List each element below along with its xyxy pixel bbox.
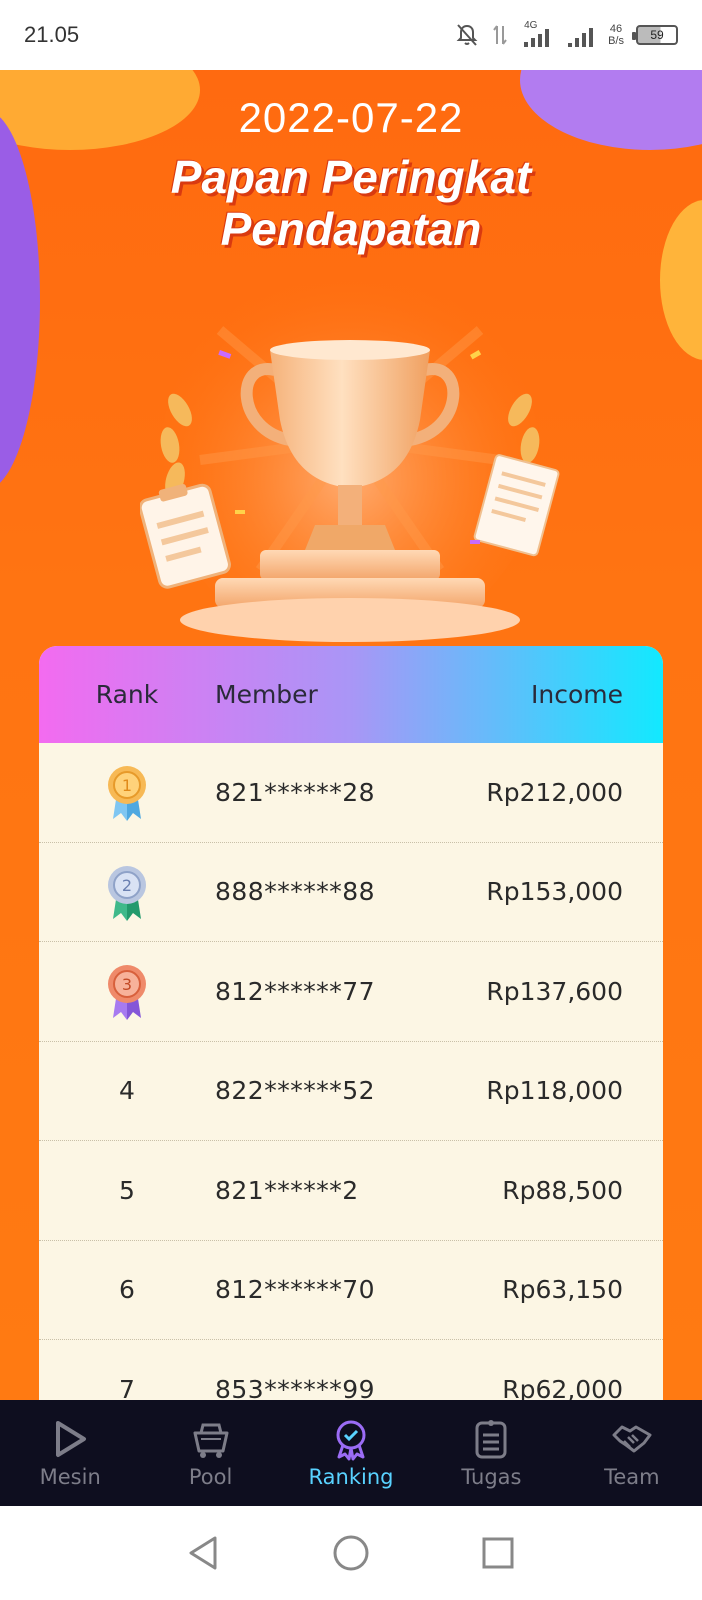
table-row: 3 812******77 Rp137,600 <box>39 942 663 1042</box>
table-row: 7 853******99 Rp62,000 <box>39 1340 663 1400</box>
ranking-badge-icon <box>336 1420 366 1461</box>
member-id: 853******99 <box>215 1374 376 1400</box>
data-transfer-icon <box>493 25 507 45</box>
status-time: 21.05 <box>24 22 80 47</box>
nav-label: Team <box>604 1465 660 1489</box>
status-icons: 4G 46 B/s 59 <box>454 20 678 48</box>
recents-square-icon <box>482 1537 514 1569</box>
battery-icon: 59 <box>632 25 678 45</box>
page-title-line2: Pendapatan <box>220 203 482 255</box>
member-id: 888******88 <box>215 877 376 907</box>
rank-cell: 2 <box>39 863 215 921</box>
home-circle-icon <box>333 1535 369 1571</box>
bottom-navigation: Mesin Pool Ranking Tugas Team <box>0 1400 702 1506</box>
rank-number: 4 <box>119 1076 135 1106</box>
signal-bars-icon-2 <box>568 28 594 47</box>
back-triangle-icon <box>189 1536 217 1570</box>
income-value: Rp137,600 <box>486 976 623 1006</box>
nav-label: Ranking <box>308 1465 394 1489</box>
income-value: Rp153,000 <box>486 877 623 907</box>
signal-4g: 4G <box>520 20 554 48</box>
handshake-icon <box>612 1425 652 1453</box>
svg-text:2: 2 <box>122 876 132 895</box>
svg-text:1: 1 <box>122 776 132 795</box>
income-value: Rp212,000 <box>486 777 623 807</box>
member-id: 822******52 <box>215 1076 376 1106</box>
app-screen: 21.05 4G 46 B/s 59 2022-07-22 Papan Peri… <box>0 0 702 1600</box>
home-button[interactable] <box>329 1531 373 1575</box>
table-row: 6 812******70 Rp63,150 <box>39 1241 663 1340</box>
table-row: 5 821******2 Rp88,500 <box>39 1141 663 1241</box>
rank-number: 5 <box>119 1175 135 1205</box>
gold-medal-icon: 1 <box>108 766 146 822</box>
income-value: Rp62,000 <box>502 1374 623 1400</box>
table-row: 1 821******28 Rp212,000 <box>39 743 663 843</box>
ranking-date: 2022-07-22 <box>238 94 464 141</box>
rank-cell: 3 <box>39 962 215 1021</box>
status-bar: 21.05 4G 46 B/s 59 <box>0 0 702 70</box>
bronze-medal-icon: 3 <box>108 965 146 1021</box>
nav-item-ranking[interactable]: Ranking <box>281 1400 421 1506</box>
table-header: Rank Member Income <box>39 646 663 743</box>
nav-label: Mesin <box>39 1465 101 1489</box>
member-id: 821******28 <box>215 777 376 807</box>
member-id: 812******70 <box>215 1275 376 1305</box>
svg-text:3: 3 <box>122 975 132 994</box>
income-value: Rp88,500 <box>502 1175 623 1205</box>
rank-number: 6 <box>119 1275 135 1305</box>
nav-label: Pool <box>188 1465 233 1489</box>
signal-bars-icon <box>524 29 550 47</box>
ranking-hero: 2022-07-22 Papan Peringkat Pendapatan Ra… <box>0 70 702 1400</box>
column-header-rank: Rank <box>95 680 159 709</box>
back-button[interactable] <box>182 1531 226 1575</box>
nav-item-team[interactable]: Team <box>562 1400 702 1506</box>
nav-item-tugas[interactable]: Tugas <box>421 1400 561 1506</box>
table-row: 4 822******52 Rp118,000 <box>39 1042 663 1141</box>
page-title-line1: Papan Peringkat <box>170 151 532 203</box>
rank-cell: 1 <box>39 763 215 822</box>
nav-label: Tugas <box>461 1465 522 1489</box>
member-id: 812******77 <box>215 976 376 1006</box>
silver-medal-icon: 2 <box>108 865 146 921</box>
nav-item-mesin[interactable]: Mesin <box>0 1400 140 1506</box>
battery-level: 59 <box>650 28 664 42</box>
column-header-income: Income <box>531 680 623 709</box>
clipboard-icon <box>475 1420 507 1459</box>
mining-cart-icon <box>193 1423 229 1458</box>
muted-bell-icon <box>456 24 478 46</box>
speed-unit: B/s <box>608 35 624 47</box>
column-header-member: Member <box>215 680 318 709</box>
income-value: Rp63,150 <box>502 1275 623 1305</box>
income-value: Rp118,000 <box>486 1076 623 1106</box>
trophy-illustration <box>140 270 560 650</box>
table-row: 2 888******88 Rp153,000 <box>39 843 663 942</box>
nav-item-pool[interactable]: Pool <box>140 1400 280 1506</box>
member-id: 821******2 <box>215 1175 359 1205</box>
play-icon <box>56 1421 87 1457</box>
network-speed: 46 B/s <box>608 23 624 47</box>
speed-value: 46 <box>609 23 623 35</box>
rank-number: 7 <box>119 1374 135 1400</box>
ranking-table: Rank Member Income 1 821******28 Rp212,0… <box>39 646 663 1400</box>
system-navigation-bar <box>0 1506 702 1600</box>
recents-button[interactable] <box>476 1531 520 1575</box>
